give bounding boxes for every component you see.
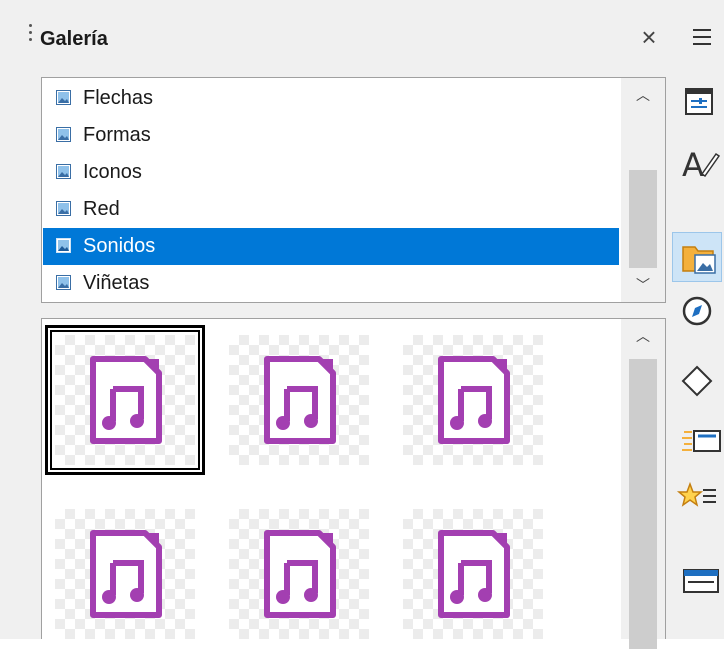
gallery-item[interactable] [45, 499, 205, 649]
styles-icon: A [682, 146, 721, 184]
slide-transition-icon [682, 430, 721, 452]
sound-file-icon [438, 530, 510, 618]
navigator-tab[interactable] [672, 286, 722, 336]
gallery-item[interactable] [219, 499, 379, 649]
list-item-flechas[interactable]: Flechas [43, 80, 619, 117]
list-item-formas[interactable]: Formas [43, 117, 619, 154]
gallery-icon [682, 246, 716, 274]
theme-image-icon [56, 201, 71, 216]
properties-icon [685, 88, 713, 115]
sound-file-icon [90, 356, 162, 444]
master-slides-icon [683, 569, 719, 593]
theme-image-icon [56, 127, 71, 142]
gallery-theme-list[interactable]: Flechas Formas Iconos Red Sonidos Viñeta… [41, 77, 666, 303]
list-item-red[interactable]: Red [43, 191, 619, 228]
properties-tab[interactable] [672, 76, 722, 126]
list-item-label: Red [83, 198, 120, 220]
panel-drag-handle[interactable] [29, 24, 33, 52]
theme-image-icon [56, 90, 71, 105]
list-item-label: Sonidos [83, 235, 156, 257]
scrollbar-thumb[interactable] [629, 359, 657, 649]
gallery-icon-view[interactable]: ︿ [41, 318, 666, 649]
list-item-label: Iconos [83, 161, 142, 183]
list-item-label: Viñetas [83, 272, 150, 294]
theme-image-icon [56, 238, 71, 253]
scrollbar-thumb[interactable] [629, 170, 657, 268]
list-item-label: Flechas [83, 87, 154, 109]
slide-transition-tab[interactable] [672, 416, 722, 466]
sidebar-menu-icon[interactable] [688, 24, 718, 54]
gallery-tab[interactable] [672, 232, 722, 282]
theme-image-icon [56, 275, 71, 290]
list-item-sonidos[interactable]: Sonidos [43, 228, 619, 265]
list-item-vinetas[interactable]: Viñetas [43, 265, 619, 302]
list-item-iconos[interactable]: Iconos [43, 154, 619, 191]
shapes-tab[interactable] [672, 356, 722, 406]
list-item-label: Formas [83, 124, 151, 146]
sound-file-icon [438, 356, 510, 444]
master-slides-tab[interactable] [672, 556, 722, 606]
gallery-item[interactable] [393, 325, 553, 475]
icon-view-scrollbar[interactable]: ︿ [621, 319, 665, 649]
gallery-item[interactable] [45, 325, 205, 475]
svg-text:A: A [682, 146, 704, 184]
close-icon[interactable]: × [636, 22, 662, 52]
gallery-item[interactable] [393, 499, 553, 649]
scroll-up-icon[interactable]: ︿ [621, 78, 665, 112]
animation-icon [676, 481, 716, 507]
panel-title: Galería [40, 28, 108, 50]
navigator-icon [682, 296, 712, 326]
shapes-icon [681, 365, 713, 397]
scroll-up-icon[interactable]: ︿ [621, 319, 665, 353]
animation-tab[interactable] [672, 472, 722, 522]
scroll-down-icon[interactable]: ﹀ [621, 268, 665, 302]
sound-file-icon [264, 356, 336, 444]
sound-file-icon [90, 530, 162, 618]
sound-file-icon [264, 530, 336, 618]
gallery-item[interactable] [219, 325, 379, 475]
theme-image-icon [56, 164, 71, 179]
theme-list-scrollbar[interactable]: ︿ ﹀ [621, 78, 665, 302]
styles-tab[interactable]: A [672, 136, 722, 186]
